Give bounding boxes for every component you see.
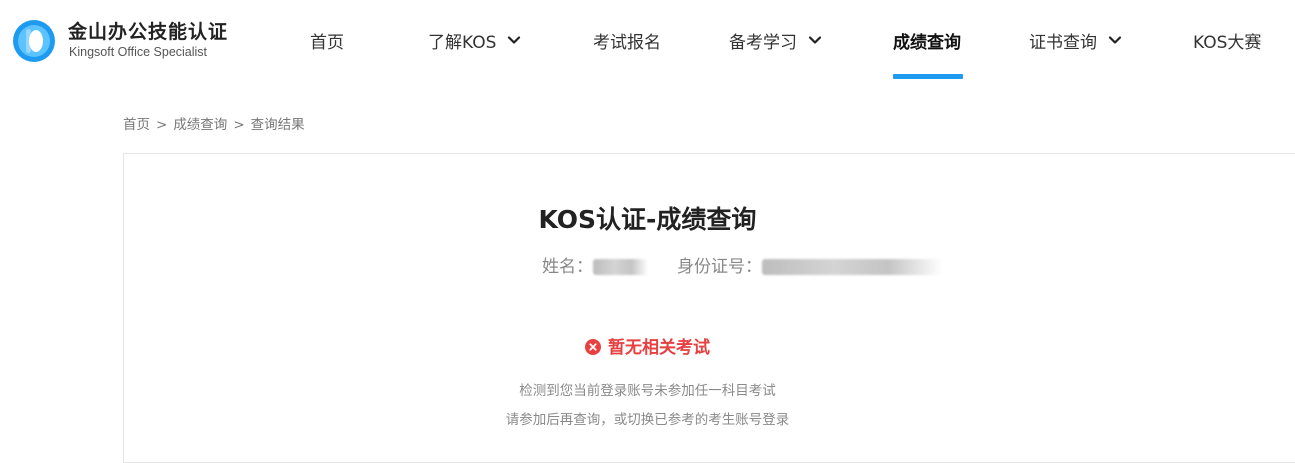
error-circle-icon [585, 339, 601, 355]
nav-contest[interactable]: KOS大赛 [1193, 0, 1261, 80]
nav-about-kos[interactable]: 了解KOS [428, 0, 522, 80]
message-line-1: 检测到您当前登录账号未参加任一科目考试 [519, 383, 776, 399]
breadcrumb-separator: > [233, 117, 245, 133]
breadcrumb-home[interactable]: 首页 [123, 113, 150, 133]
page-title: KOS认证-成绩查询 [538, 205, 757, 234]
nav-about-kos-label: 了解KOS [428, 32, 497, 53]
nav-study[interactable]: 备考学习 [729, 0, 823, 80]
logo-title: 金山办公技能认证 [68, 21, 229, 43]
chevron-down-icon [1108, 36, 1122, 44]
breadcrumb-current: 查询结果 [250, 117, 305, 133]
breadcrumb: 首页 > 成绩查询 > 查询结果 [123, 113, 305, 133]
kos-logo-icon [13, 20, 55, 62]
name-redacted [593, 259, 648, 275]
site-logo[interactable]: 金山办公技能认证 Kingsoft Office Specialist [12, 15, 242, 65]
nav-contest-label: KOS大赛 [1193, 32, 1262, 53]
no-exam-status: 暂无相关考试 [0, 333, 1295, 358]
breadcrumb-separator: > [156, 117, 168, 133]
message-line-2: 请参加后再查询，或切换已参考的考生账号登录 [505, 412, 790, 428]
nav-home[interactable]: 首页 [310, 0, 344, 80]
nav-study-label: 备考学习 [729, 32, 797, 53]
id-label: 身份证号： [677, 257, 762, 277]
nav-register-label: 考试报名 [593, 32, 661, 53]
nav-certificate-label: 证书查询 [1029, 32, 1097, 53]
id-redacted [762, 259, 942, 275]
status-text: 暂无相关考试 [608, 338, 710, 358]
name-label: 姓名： [542, 257, 593, 277]
active-nav-indicator [893, 74, 963, 79]
logo-subtitle: Kingsoft Office Specialist [69, 45, 208, 59]
chevron-down-icon [508, 36, 521, 44]
nav-certificate[interactable]: 证书查询 [1029, 0, 1123, 80]
breadcrumb-scores[interactable]: 成绩查询 [173, 113, 227, 133]
nav-home-label: 首页 [310, 32, 344, 53]
chevron-down-icon [808, 36, 822, 44]
nav-scores-label: 成绩查询 [893, 32, 961, 53]
top-navigation: 金山办公技能认证 Kingsoft Office Specialist 首页 了… [0, 0, 1295, 80]
nav-register[interactable]: 考试报名 [593, 0, 661, 80]
candidate-name: 姓名： [542, 252, 648, 277]
nav-scores[interactable]: 成绩查询 [893, 0, 961, 80]
candidate-id: 身份证号： [677, 252, 942, 277]
